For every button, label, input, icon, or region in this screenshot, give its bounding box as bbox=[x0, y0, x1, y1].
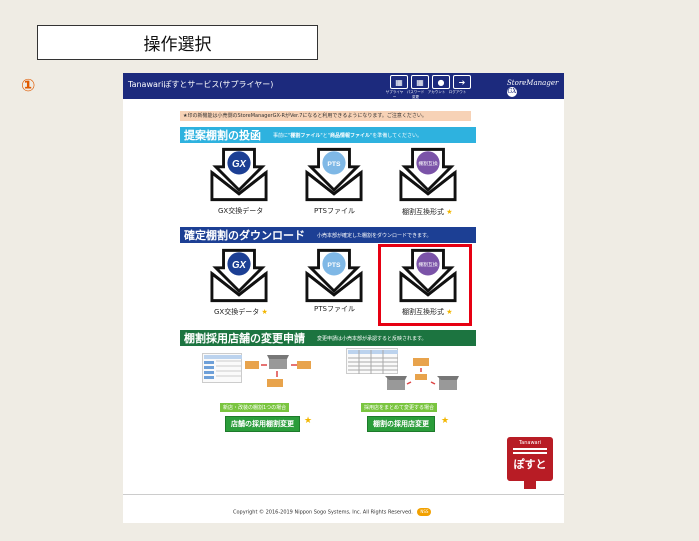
confirmed-gx-caption[interactable]: GX交換データ ★ bbox=[214, 307, 268, 317]
section-store-change-header: 棚割採用店舗の変更申請 変更申請は小売本部が承認すると反映されます。 bbox=[180, 330, 476, 346]
proposal-compat-button[interactable]: 棚割互換 bbox=[399, 147, 457, 202]
logout-icon[interactable]: ➔ bbox=[453, 75, 471, 89]
toolbar-label-supplier: サプライヤー bbox=[385, 90, 404, 99]
selection-highlight bbox=[378, 244, 472, 326]
section-confirmed-desc: 小売本部が確定した棚割をダウンロードできます。 bbox=[317, 232, 432, 239]
copyright-text: Copyright © 2016-2019 Nippon Sogo System… bbox=[233, 509, 413, 516]
planogram-adopted-store-change-button[interactable]: 棚割の採用店変更 bbox=[367, 416, 435, 432]
store-adopted-planogram-change-button[interactable]: 店舗の採用棚割変更 bbox=[225, 416, 300, 432]
step-marker: ① bbox=[21, 76, 36, 96]
section-confirmed-header: 確定棚割のダウンロード 小売本部が確定した棚割をダウンロードできます。 bbox=[180, 227, 476, 243]
new-feature-star-icon: ★ bbox=[446, 208, 453, 216]
proposal-pts-button[interactable]: PTS bbox=[305, 147, 363, 202]
toolbar-label-account: アカウント bbox=[427, 90, 446, 94]
app-title: Tanawariぽすとサービス(サプライヤー) bbox=[128, 80, 274, 89]
confirmed-gx-label: GX bbox=[232, 260, 247, 271]
posuto-big-label: ぽすと bbox=[513, 458, 547, 471]
store-change-left-tag: 新店・改装の棚割1つの場合 bbox=[220, 403, 290, 412]
section-proposal-header: 提案棚割の投函 事前に"棚割ファイル"と"商品情報ファイル"を準備してください。 bbox=[180, 127, 476, 143]
footer-divider bbox=[123, 494, 564, 495]
confirmed-gx-button[interactable]: GX bbox=[210, 248, 268, 303]
section-store-change-desc: 変更申請は小売本部が承認すると反映されます。 bbox=[317, 335, 427, 342]
stores-illustration bbox=[383, 358, 463, 392]
proposal-pts-caption[interactable]: PTSファイル bbox=[314, 206, 355, 216]
app-screenshot-frame: Tanawariぽすとサービス(サプライヤー) ▦ ▦ ● ➔ サプライヤー パ… bbox=[123, 73, 564, 523]
new-feature-star-icon: ★ bbox=[304, 416, 313, 426]
brand-sub: GX bbox=[507, 87, 517, 97]
password-book-icon[interactable]: ▦ bbox=[411, 75, 429, 89]
storemanager-logo: StoreManager GX bbox=[507, 79, 564, 97]
tanawari-posuto-logo: Tanawari ぽすと bbox=[507, 437, 553, 481]
page-title: 操作選択 bbox=[37, 25, 318, 60]
store-change-right-tag: 採用店をまとめて変更する場合 bbox=[361, 403, 438, 412]
new-feature-star-icon: ★ bbox=[441, 416, 450, 426]
confirmed-pts-caption[interactable]: PTSファイル bbox=[314, 304, 355, 314]
toolbar-icons: ▦ ▦ ● ➔ bbox=[390, 75, 471, 89]
posuto-post-base bbox=[524, 481, 536, 489]
posuto-small-label: Tanawari bbox=[518, 440, 542, 446]
section-store-change-title: 棚割採用店舗の変更申請 bbox=[184, 332, 305, 345]
store-planogram-illustration bbox=[245, 355, 317, 391]
section-proposal-desc: 事前に"棚割ファイル"と"商品情報ファイル"を準備してください。 bbox=[273, 132, 422, 139]
proposal-gx-caption[interactable]: GX交換データ bbox=[218, 206, 263, 216]
supplier-book-icon[interactable]: ▦ bbox=[390, 75, 408, 89]
confirmed-pts-button[interactable]: PTS bbox=[305, 248, 363, 303]
toolbar-label-logout: ログアウト bbox=[448, 90, 467, 94]
app-topbar: Tanawariぽすとサービス(サプライヤー) ▦ ▦ ● ➔ サプライヤー パ… bbox=[123, 73, 564, 99]
proposal-pts-label: PTS bbox=[327, 161, 341, 168]
proposal-compat-caption[interactable]: 棚割互換形式 ★ bbox=[402, 207, 453, 217]
notice-banner: ★印の新機能は小売側のStoreManagerGX-RがVer.7になると利用で… bbox=[180, 111, 471, 121]
section-proposal-title: 提案棚割の投函 bbox=[184, 129, 261, 142]
proposal-gx-label: GX bbox=[232, 159, 247, 170]
new-feature-star-icon: ★ bbox=[261, 308, 268, 316]
nss-logo: NSS bbox=[417, 508, 432, 516]
toolbar-label-password: パスワード変更 bbox=[406, 90, 425, 99]
toolbar-labels: サプライヤー パスワード変更 アカウント ログアウト bbox=[385, 90, 467, 100]
footer: Copyright © 2016-2019 Nippon Sogo System… bbox=[233, 508, 432, 516]
store-list-thumbnail bbox=[202, 353, 242, 383]
proposal-compat-label: 棚割互換 bbox=[418, 160, 437, 167]
account-icon[interactable]: ● bbox=[432, 75, 450, 89]
proposal-gx-button[interactable]: GX bbox=[210, 147, 268, 202]
confirmed-pts-label: PTS bbox=[327, 262, 341, 269]
section-confirmed-title: 確定棚割のダウンロード bbox=[184, 229, 305, 242]
brand-name: StoreManager bbox=[507, 79, 559, 87]
